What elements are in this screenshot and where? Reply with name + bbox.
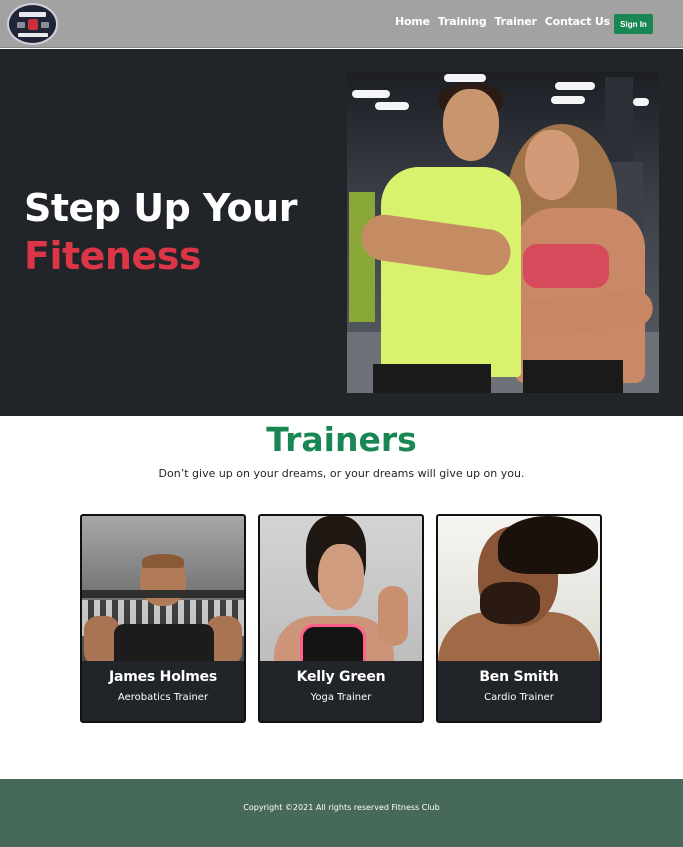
nav-link-home[interactable]: Home [395,15,430,28]
hero-section: Step Up Your Fiteness [0,49,683,416]
sign-in-button[interactable]: Sign In [614,14,653,34]
trainer-role: Yoga Trainer [310,692,372,703]
nav-link-training[interactable]: Training [438,15,487,28]
copyright-text: Copyright ©2021 All rights reserved Fitn… [243,803,440,812]
trainer-photo [438,516,600,661]
nav-link-trainer[interactable]: Trainer [495,15,537,28]
trainer-photo [82,516,244,661]
trainers-title: Trainers [266,420,417,459]
trainer-card[interactable]: Ben Smith Cardio Trainer [436,514,602,723]
hero-title-line1: Step Up Your [24,186,297,230]
trainer-name: James Holmes [108,669,218,685]
hero-title-line2: Fiteness [24,234,201,278]
nav-links: Home Training Trainer Contact Us [395,15,610,28]
hero-image [347,72,659,393]
hero-title: Step Up Your Fiteness [24,184,297,280]
trainer-name: Kelly Green [296,669,386,685]
trainers-subtitle: Don’t give up on your dreams, or your dr… [158,467,525,480]
trainer-role: Aerobatics Trainer [117,692,209,703]
trainer-name: Ben Smith [479,669,559,685]
navbar: Home Training Trainer Contact Us Sign In [0,0,683,48]
trainer-card[interactable]: James Holmes Aerobatics Trainer [80,514,246,723]
logo-icon[interactable] [7,3,58,45]
trainer-role: Cardio Trainer [484,692,554,703]
trainer-card[interactable]: Kelly Green Yoga Trainer [258,514,424,723]
footer: Copyright ©2021 All rights reserved Fitn… [0,779,683,847]
nav-link-contact-us[interactable]: Contact Us [545,15,610,28]
trainer-photo [260,516,422,661]
